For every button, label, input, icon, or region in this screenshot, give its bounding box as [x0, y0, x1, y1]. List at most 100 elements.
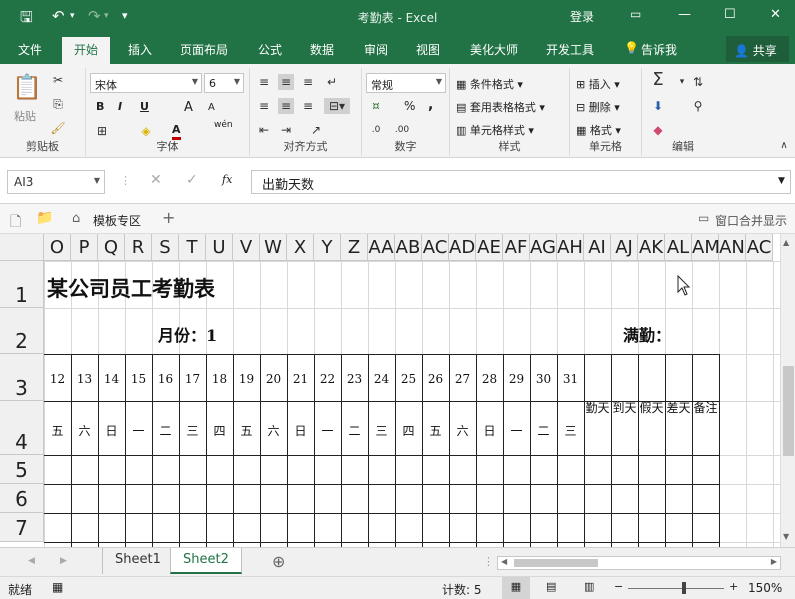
increase-decimal-icon[interactable]: .0	[368, 122, 384, 138]
align-right-icon[interactable]: ≡	[300, 98, 316, 114]
minimize-icon[interactable]: —	[678, 7, 691, 22]
fill-color-icon[interactable]: ◈	[138, 123, 154, 139]
tell-me-input[interactable]: 告诉我	[641, 41, 677, 58]
day-cell[interactable]: 29	[503, 372, 530, 386]
template-zone-tab[interactable]: 模板专区	[93, 212, 141, 229]
grow-font-button[interactable]: A	[184, 100, 193, 115]
weekday-cell[interactable]: 四	[395, 422, 422, 439]
day-cell[interactable]: 30	[530, 372, 557, 386]
font-name-select[interactable]: 宋体 ▼	[90, 73, 202, 93]
weekday-cell[interactable]: 日	[287, 422, 314, 439]
increase-indent-icon[interactable]: ⇥	[278, 122, 294, 138]
day-cell[interactable]: 20	[260, 372, 287, 386]
copy-icon[interactable]: ⎘	[50, 96, 66, 112]
currency-icon[interactable]: ¤	[368, 98, 384, 114]
scroll-right-icon[interactable]: ▶	[771, 557, 777, 566]
delete-cells-button[interactable]: ⊟ 删除 ▾	[576, 99, 620, 115]
day-cell[interactable]: 27	[449, 372, 476, 386]
weekday-cell[interactable]: 六	[449, 422, 476, 439]
insert-function-icon[interactable]: fx	[222, 173, 232, 186]
new-file-icon[interactable]: 🗋	[10, 211, 21, 235]
weekday-cell[interactable]: 日	[98, 422, 125, 439]
next-sheet-icon[interactable]: ▶	[60, 556, 67, 566]
close-icon[interactable]: ✕	[770, 7, 781, 22]
sheet-title-cell[interactable]: 某公司员工考勤表	[47, 273, 215, 303]
font-size-select[interactable]: 6 ▼	[204, 73, 244, 93]
formula-input[interactable]: 出勤天数	[251, 170, 791, 194]
wrap-text-icon[interactable]: ↵	[324, 74, 340, 90]
zoom-slider-thumb[interactable]	[682, 582, 686, 594]
vertical-scrollbar[interactable]: ▲ ▼	[780, 234, 795, 547]
tab-review[interactable]: 审阅	[364, 41, 388, 58]
weekday-cell[interactable]: 三	[557, 422, 584, 439]
day-cell[interactable]: 17	[179, 372, 206, 386]
sort-filter-icon[interactable]: ⇅	[690, 74, 706, 90]
month-cell[interactable]: 月份：1	[158, 322, 217, 346]
decrease-decimal-icon[interactable]: .00	[394, 122, 410, 138]
name-box[interactable]: AI3 ▼	[7, 170, 105, 194]
horizontal-scrollbar[interactable]: ◀ ▶	[497, 556, 781, 570]
day-cell[interactable]: 26	[422, 372, 449, 386]
maximize-icon[interactable]: ☐	[724, 7, 736, 22]
folder-icon[interactable]: 📁	[36, 210, 53, 226]
ribbon-display-icon[interactable]: ▭	[630, 7, 641, 21]
day-cell[interactable]: 31	[557, 372, 584, 386]
tab-view[interactable]: 视图	[416, 41, 440, 58]
expand-formula-icon[interactable]: ▼	[778, 176, 785, 186]
share-button[interactable]: 👤 共享	[726, 36, 789, 62]
tab-data[interactable]: 数据	[310, 41, 334, 58]
home-icon[interactable]: ⌂	[72, 211, 80, 226]
zoom-out-icon[interactable]: −	[614, 580, 623, 593]
weekday-cell[interactable]: 四	[206, 422, 233, 439]
page-layout-view-icon[interactable]: ▤	[546, 580, 556, 593]
weekday-cell[interactable]: 六	[71, 422, 98, 439]
day-cell[interactable]: 28	[476, 372, 503, 386]
underline-button[interactable]: U	[140, 100, 149, 113]
bold-button[interactable]: B	[96, 100, 104, 113]
day-cell[interactable]: 12	[44, 372, 71, 386]
horizontal-scroll-thumb[interactable]	[514, 559, 598, 567]
full-attendance-cell[interactable]: 满勤：	[623, 322, 671, 346]
sheet-tab-sheet2[interactable]: Sheet2	[170, 548, 242, 574]
weekday-cell[interactable]: 五	[422, 422, 449, 439]
tab-developer[interactable]: 开发工具	[546, 41, 594, 58]
orientation-icon[interactable]: ↗	[308, 122, 324, 138]
align-middle-icon[interactable]: ≡	[278, 74, 294, 90]
day-cell[interactable]: 23	[341, 372, 368, 386]
format-cells-button[interactable]: ▦ 格式 ▾	[576, 122, 621, 138]
weekday-cell[interactable]: 三	[179, 422, 206, 439]
day-cell[interactable]: 15	[125, 372, 152, 386]
align-top-icon[interactable]: ≡	[256, 74, 272, 90]
day-cell[interactable]: 25	[395, 372, 422, 386]
scroll-down-icon[interactable]: ▼	[783, 532, 789, 541]
login-link[interactable]: 登录	[570, 8, 594, 25]
percent-button[interactable]: %	[404, 99, 415, 113]
clear-icon[interactable]: ◆	[650, 122, 666, 138]
enter-icon[interactable]: ✓	[186, 172, 198, 188]
align-left-icon[interactable]: ≡	[256, 98, 272, 114]
phonetic-button[interactable]: wén	[214, 120, 233, 130]
comma-button[interactable]: ,	[428, 97, 433, 113]
prev-sheet-icon[interactable]: ◀	[28, 556, 35, 566]
weekday-cell[interactable]: 五	[233, 422, 260, 439]
sheet-tab-sheet1[interactable]: Sheet1	[102, 548, 173, 574]
weekday-cell[interactable]: 一	[503, 422, 530, 439]
summary-header-cell[interactable]: 备注	[690, 399, 721, 416]
cut-icon[interactable]: ✂	[50, 72, 66, 88]
paste-button[interactable]: 粘贴	[14, 108, 36, 124]
number-format-select[interactable]: 常规 ▼	[366, 73, 446, 93]
format-painter-icon[interactable]: 🖌	[50, 120, 66, 136]
scroll-up-icon[interactable]: ▲	[783, 238, 789, 247]
format-as-table-button[interactable]: ▤ 套用表格格式 ▾	[456, 99, 545, 115]
fill-icon[interactable]: ⬇	[650, 98, 666, 114]
weekday-cell[interactable]: 六	[260, 422, 287, 439]
day-cell[interactable]: 24	[368, 372, 395, 386]
shrink-font-button[interactable]: A	[208, 102, 215, 113]
zoom-in-icon[interactable]: +	[729, 580, 738, 593]
tab-file[interactable]: 文件	[18, 41, 42, 58]
day-cell[interactable]: 18	[206, 372, 233, 386]
tab-page-layout[interactable]: 页面布局	[180, 41, 228, 58]
page-break-view-icon[interactable]: ▥	[584, 580, 594, 593]
insert-cells-button[interactable]: ⊞ 插入 ▾	[576, 76, 620, 92]
paste-icon[interactable]: 📋	[12, 72, 42, 102]
